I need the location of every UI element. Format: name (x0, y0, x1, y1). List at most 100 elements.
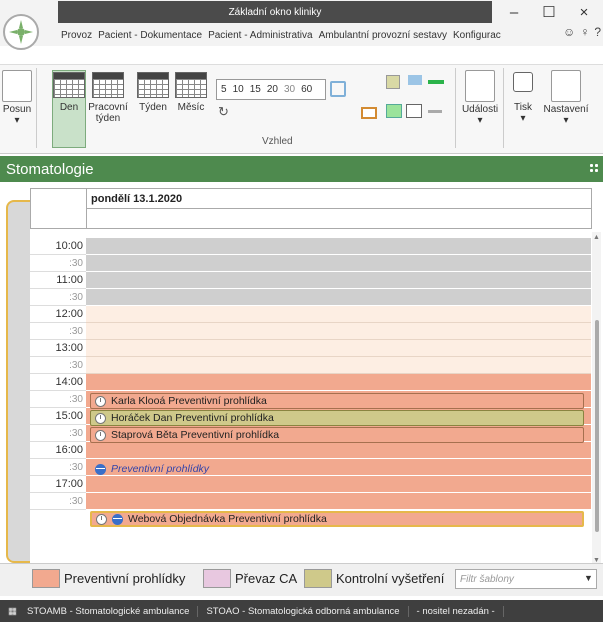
time-slot[interactable] (86, 493, 591, 510)
time-slot[interactable] (86, 476, 591, 493)
scrollbar-thumb[interactable] (595, 320, 599, 532)
appointment[interactable]: Horáček Dan Preventivní prohlídka (90, 410, 584, 426)
template-block[interactable]: Preventivní prohlídky (90, 461, 584, 477)
green-box-icon[interactable] (386, 104, 402, 118)
legend-swatch (304, 569, 332, 588)
day-column-header[interactable]: pondělí 13.1.2020 (86, 188, 592, 208)
pracovni-tyden-button[interactable]: Pracovní týden (88, 72, 128, 124)
udalosti-label: Události (461, 104, 499, 115)
status-icon: ▦ (8, 605, 17, 617)
refresh-icon[interactable]: ↻ (218, 104, 229, 120)
legend-item-preventive[interactable]: Preventivní prohlídky (32, 569, 185, 588)
menu-konfigurace[interactable]: Konfigurac (450, 30, 504, 41)
time-slot[interactable] (86, 357, 591, 374)
den-button[interactable]: Den (53, 72, 85, 113)
all-day-row[interactable] (86, 208, 592, 229)
zoom-20[interactable]: 20 (267, 84, 278, 95)
legend-item-prevaz[interactable]: Převaz CA (203, 569, 297, 588)
grid-menu-icon[interactable] (589, 163, 599, 173)
zoom-30[interactable]: 30 (284, 84, 295, 95)
legend-item-kontrolni[interactable]: Kontrolní vyšetření (304, 569, 444, 588)
dash-icon[interactable] (428, 110, 442, 113)
template-filter-select[interactable]: Filtr šablony (455, 569, 597, 589)
pracovni-tyden-label: Pracovní týden (88, 102, 128, 124)
status-bar: ▦ STOAMB - Stomatologické ambulance STOA… (0, 600, 603, 622)
chevron-down-icon[interactable]: ▼ (584, 573, 593, 583)
patient-name: Horáček Dan (111, 412, 173, 424)
app-logo-icon[interactable] (3, 14, 39, 50)
legend-swatch (203, 569, 231, 588)
clock-icon (95, 395, 106, 407)
patient-name: Staprová Běta (111, 429, 178, 441)
scroll-up-icon[interactable]: ▲ (593, 234, 600, 241)
time-label: 16:00 (30, 442, 86, 459)
status-nositel[interactable]: - nositel nezadán - (409, 605, 504, 617)
time-slot[interactable] (86, 340, 591, 357)
time-label: :30 (30, 323, 86, 340)
department-header: Stomatologie (0, 156, 603, 182)
time-slot[interactable] (86, 238, 591, 255)
legend-swatch (32, 569, 60, 588)
nastaveni-icon (551, 70, 581, 102)
appointment-type: Preventivní prohlídka (168, 395, 267, 407)
appointment[interactable]: Karla Klooá Preventivní prohlídka (90, 393, 584, 409)
menu-provoz[interactable]: Provoz (58, 30, 95, 41)
color-scheme-icon[interactable] (386, 75, 400, 89)
layout-icon[interactable] (408, 75, 422, 85)
day-view-icon (53, 72, 85, 98)
maximize-button[interactable]: ☐ (530, 0, 568, 24)
zoom-15[interactable]: 15 (250, 84, 261, 95)
tisk-label: Tisk (514, 102, 532, 113)
patient-name: Webová Objednávka (128, 513, 226, 525)
menu-pacient-administrativa[interactable]: Pacient - Administrativa (205, 30, 316, 41)
time-label: 10:00 (30, 238, 86, 255)
vzhled-group-label: Vzhled (262, 136, 293, 147)
status-stoamb[interactable]: STOAMB - Stomatologické ambulance (19, 605, 199, 617)
status-stoao[interactable]: STOAO - Stomatologická odborná ambulance (198, 605, 409, 617)
bulb-icon[interactable]: ♀ (580, 25, 589, 39)
zoom-60[interactable]: 60 (301, 84, 312, 95)
left-side-panel[interactable] (6, 200, 30, 563)
zoom-5[interactable]: 5 (221, 84, 227, 95)
time-slot[interactable] (86, 323, 591, 340)
nastaveni-button[interactable]: Nastavení ▾ (543, 70, 589, 126)
smiley-icon[interactable]: ☺ (563, 25, 575, 39)
time-label: :30 (30, 425, 86, 442)
time-slot[interactable] (86, 289, 591, 306)
posun-button[interactable]: Posun ▾ (2, 70, 32, 126)
appointment[interactable]: Staprová Běta Preventivní prohlídka (90, 427, 584, 443)
line-icon[interactable] (428, 80, 444, 84)
appointment[interactable]: Webová Objednávka Preventivní prohlídka (90, 511, 584, 527)
time-slot[interactable] (86, 442, 591, 459)
minimize-button[interactable]: – (495, 0, 533, 24)
zoom-10[interactable]: 10 (233, 84, 244, 95)
close-button[interactable]: × (565, 0, 603, 24)
legend-label: Převaz CA (235, 571, 298, 586)
time-slot[interactable] (86, 272, 591, 289)
appointment-type: Preventivní prohlídka (175, 412, 274, 424)
udalosti-button[interactable]: Události ▾ (462, 70, 498, 126)
mesic-button[interactable]: Měsíc (174, 72, 208, 113)
clock-icon (95, 412, 106, 424)
zoom-selector: 5 10 15 20 30 60 (216, 79, 326, 100)
window-icon[interactable] (406, 104, 422, 118)
help-icon[interactable]: ? (594, 25, 601, 39)
week-view-icon (137, 72, 169, 98)
time-label: 13:00 (30, 340, 86, 357)
time-slot[interactable] (86, 374, 591, 391)
frame-icon[interactable] (361, 107, 377, 119)
save-layout-icon[interactable] (330, 81, 346, 97)
time-label: :30 (30, 459, 86, 476)
legend-label: Kontrolní vyšetření (336, 571, 445, 586)
udalosti-icon (465, 70, 495, 102)
menu-pacient-dokumentace[interactable]: Pacient - Dokumentace (95, 30, 205, 41)
time-slot[interactable] (86, 255, 591, 272)
time-column: 10:00 :30 11:00 :30 12:00 :30 13:00 :30 … (30, 238, 86, 510)
printer-icon (513, 72, 533, 92)
ribbon-separator (455, 68, 456, 148)
menu-ambulantni-sestavy[interactable]: Ambulantní provozní sestavy (316, 30, 450, 41)
tyden-button[interactable]: Týden (136, 72, 170, 113)
appointment-type: Preventivní prohlídka (228, 513, 327, 525)
tisk-button[interactable]: Tisk ▾ (508, 72, 538, 124)
time-slot[interactable] (86, 306, 591, 323)
